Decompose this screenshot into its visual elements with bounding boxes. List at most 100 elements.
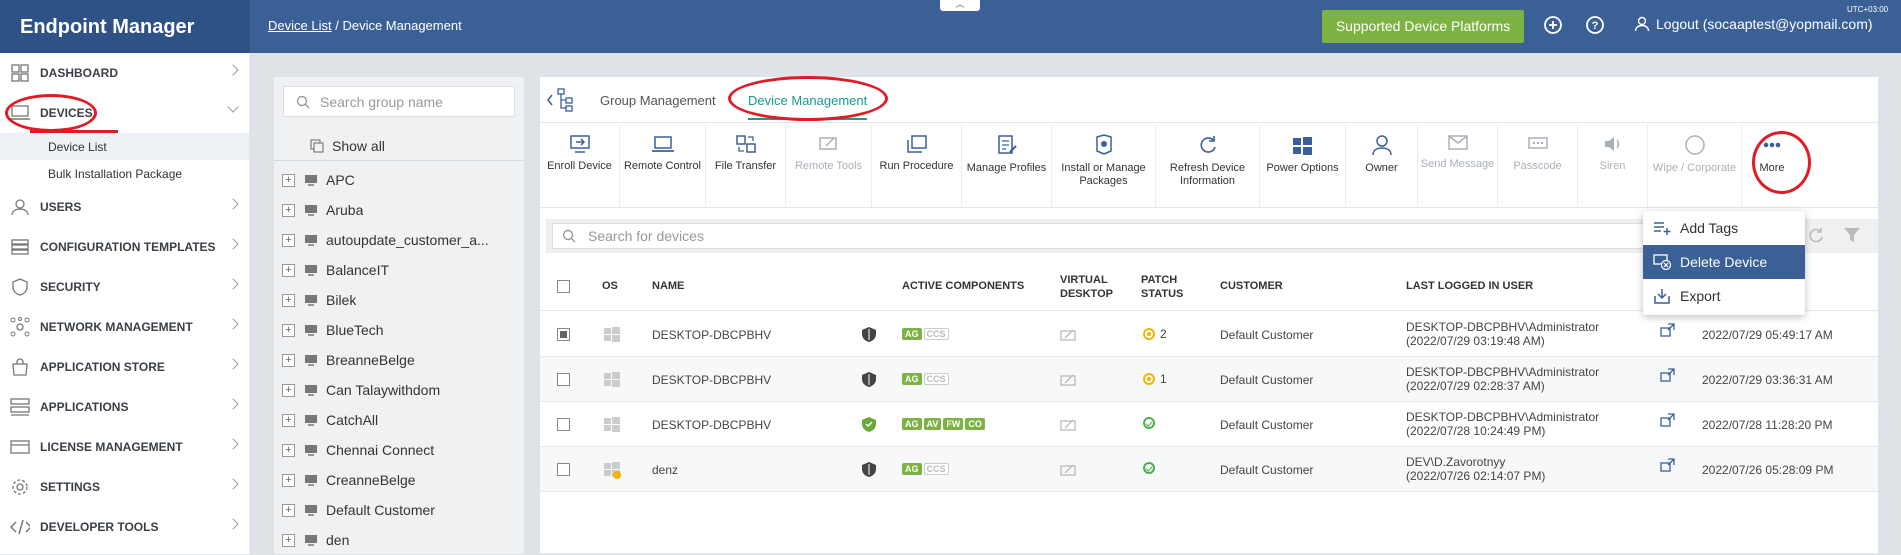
expand-icon[interactable]: + bbox=[282, 413, 295, 427]
group-item[interactable]: + BreanneBelge bbox=[274, 345, 524, 375]
patch-status[interactable]: 2 bbox=[1143, 327, 1167, 341]
sidebar-item-users[interactable]: USERS bbox=[0, 187, 249, 227]
run-procedure-button[interactable]: Run Procedure bbox=[872, 124, 962, 208]
sidebar-item-devices[interactable]: DEVICES bbox=[0, 93, 249, 133]
owner-button[interactable]: Owner bbox=[1346, 124, 1418, 208]
help-icon[interactable]: ? bbox=[1584, 14, 1606, 36]
manage-profiles-button[interactable]: Manage Profiles bbox=[962, 124, 1052, 208]
remote-session-icon[interactable] bbox=[1660, 367, 1676, 383]
column-customer[interactable]: CUSTOMER bbox=[1220, 280, 1283, 292]
group-item[interactable]: + BlueTech bbox=[274, 315, 524, 345]
device-name[interactable]: DESKTOP-DBCPBHV bbox=[652, 418, 771, 432]
refresh-list-icon[interactable] bbox=[1806, 226, 1826, 246]
group-item[interactable]: + Bilek bbox=[274, 285, 524, 315]
group-item[interactable]: + Can Talaywithdom bbox=[274, 375, 524, 405]
supported-platforms-button[interactable]: Supported Device Platforms bbox=[1322, 10, 1524, 43]
remote-session-icon[interactable] bbox=[1660, 322, 1676, 338]
sidebar-item-application-store[interactable]: APPLICATION STORE bbox=[0, 347, 249, 387]
row-checkbox[interactable] bbox=[557, 328, 570, 341]
device-name[interactable]: DESKTOP-DBCPBHV bbox=[652, 328, 771, 342]
group-item[interactable]: + APC bbox=[274, 165, 524, 195]
expand-icon[interactable]: + bbox=[282, 233, 295, 247]
logout-button[interactable]: Logout (socaaptest@yopmail.com) bbox=[1634, 16, 1873, 32]
group-item[interactable]: + Chennai Connect bbox=[274, 435, 524, 465]
refresh-device-button[interactable]: Refresh Device Information bbox=[1156, 124, 1260, 208]
table-row[interactable]: DESKTOP-DBCPBHV AG CCS 1 Default Customer… bbox=[540, 357, 1878, 402]
sidebar-item-settings[interactable]: SETTINGS bbox=[0, 467, 249, 507]
patch-status[interactable]: 1 bbox=[1143, 372, 1167, 386]
group-item[interactable]: + den bbox=[274, 525, 524, 555]
more-button[interactable]: More bbox=[1742, 124, 1802, 208]
expand-icon[interactable]: + bbox=[282, 533, 295, 547]
group-item[interactable]: + autoupdate_customer_a... bbox=[274, 225, 524, 255]
patch-status[interactable] bbox=[1143, 462, 1155, 474]
filter-icon[interactable] bbox=[1843, 226, 1861, 244]
breadcrumb-device-list-link[interactable]: Device List bbox=[268, 18, 332, 33]
group-item[interactable]: + CreanneBelge bbox=[274, 465, 524, 495]
sidebar-subitem-device-list[interactable]: Device List bbox=[0, 133, 249, 160]
menu-item-export[interactable]: Export bbox=[1643, 279, 1805, 313]
sidebar-item-configuration-templates[interactable]: CONFIGURATION TEMPLATES bbox=[0, 227, 249, 267]
column-last-logged-in-user[interactable]: LAST LOGGED IN USER bbox=[1406, 280, 1533, 292]
select-all-checkbox[interactable] bbox=[557, 280, 570, 293]
add-icon[interactable] bbox=[1542, 14, 1564, 36]
expand-icon[interactable]: + bbox=[282, 293, 295, 307]
sidebar-item-dashboard[interactable]: DASHBOARD bbox=[0, 53, 249, 93]
table-row[interactable] bbox=[540, 492, 1878, 554]
sidebar-item-license-management[interactable]: LICENSE MANAGEMENT bbox=[0, 427, 249, 467]
column-os[interactable]: OS bbox=[602, 280, 618, 292]
column-virtual-desktop[interactable]: VIRTUAL DESKTOP bbox=[1060, 273, 1113, 301]
table-row[interactable]: DESKTOP-DBCPBHV AG AV FW CO Default Custome… bbox=[540, 402, 1878, 447]
expand-icon[interactable]: + bbox=[282, 353, 295, 367]
passcode-button[interactable]: Passcode bbox=[1498, 124, 1578, 208]
collapse-header-handle[interactable]: ︿ bbox=[940, 0, 980, 11]
sidebar-item-applications[interactable]: APPLICATIONS bbox=[0, 387, 249, 427]
group-item[interactable]: + Default Customer bbox=[274, 495, 524, 525]
group-item[interactable]: + Aruba bbox=[274, 195, 524, 225]
remote-session-icon[interactable] bbox=[1660, 412, 1676, 428]
sidebar-item-network-management[interactable]: NETWORK MANAGEMENT bbox=[0, 307, 249, 347]
group-search-input[interactable]: Search group name bbox=[283, 86, 515, 117]
expand-icon[interactable]: + bbox=[282, 323, 295, 337]
row-checkbox[interactable] bbox=[557, 418, 570, 431]
sidebar-subitem-bulk-installation[interactable]: Bulk Installation Package bbox=[0, 160, 249, 187]
tab-device-management[interactable]: Device Management bbox=[748, 93, 868, 120]
enroll-device-button[interactable]: Enroll Device bbox=[540, 124, 620, 208]
expand-icon[interactable]: + bbox=[282, 173, 295, 187]
tab-group-management[interactable]: Group Management bbox=[600, 93, 716, 108]
group-item[interactable]: + BalanceIT bbox=[274, 255, 524, 285]
sidebar-item-security[interactable]: SECURITY bbox=[0, 267, 249, 307]
install-packages-button[interactable]: Install or Manage Packages bbox=[1052, 124, 1156, 208]
power-options-button[interactable]: Power Options bbox=[1260, 124, 1346, 208]
row-checkbox[interactable] bbox=[557, 373, 570, 386]
file-transfer-button[interactable]: File Transfer bbox=[706, 124, 786, 208]
column-active-components[interactable]: ACTIVE COMPONENTS bbox=[902, 280, 1024, 292]
siren-button[interactable]: Siren bbox=[1578, 124, 1648, 208]
column-patch-status[interactable]: PATCH STATUS bbox=[1141, 273, 1183, 301]
group-item[interactable]: + CatchAll bbox=[274, 405, 524, 435]
device-name[interactable]: DESKTOP-DBCPBHV bbox=[652, 373, 771, 387]
device-search-input[interactable] bbox=[552, 223, 1652, 249]
row-checkbox[interactable] bbox=[557, 463, 570, 476]
sidebar-item-developer-tools[interactable]: DEVELOPER TOOLS bbox=[0, 507, 249, 547]
show-all-button[interactable]: Show all bbox=[274, 131, 524, 161]
expand-icon[interactable]: + bbox=[282, 203, 295, 217]
menu-item-add-tags[interactable]: Add Tags bbox=[1643, 211, 1805, 245]
wipe-corporate-button[interactable]: Wipe / Corporate bbox=[1648, 124, 1742, 208]
patch-status[interactable] bbox=[1143, 417, 1155, 429]
expand-icon[interactable]: + bbox=[282, 383, 295, 397]
expand-icon[interactable]: + bbox=[282, 503, 295, 517]
column-name[interactable]: NAME bbox=[652, 280, 684, 292]
group-tree-icon[interactable] bbox=[546, 87, 576, 113]
remote-control-button[interactable]: Remote Control bbox=[620, 124, 706, 208]
table-row[interactable]: denz AG CCS Default Customer DEV\D.Zavoro… bbox=[540, 447, 1878, 492]
remote-session-icon[interactable] bbox=[1660, 457, 1676, 473]
expand-icon[interactable]: + bbox=[282, 263, 295, 277]
remote-tools-button[interactable]: Remote Tools bbox=[786, 124, 872, 208]
menu-item-delete-device[interactable]: Delete Device bbox=[1643, 245, 1805, 279]
device-name[interactable]: denz bbox=[652, 463, 678, 477]
table-row[interactable]: DESKTOP-DBCPBHV AG CCS 2 Default Customer… bbox=[540, 312, 1878, 357]
expand-icon[interactable]: + bbox=[282, 473, 295, 487]
send-message-button[interactable]: Send Message bbox=[1418, 124, 1498, 208]
expand-icon[interactable]: + bbox=[282, 443, 295, 457]
